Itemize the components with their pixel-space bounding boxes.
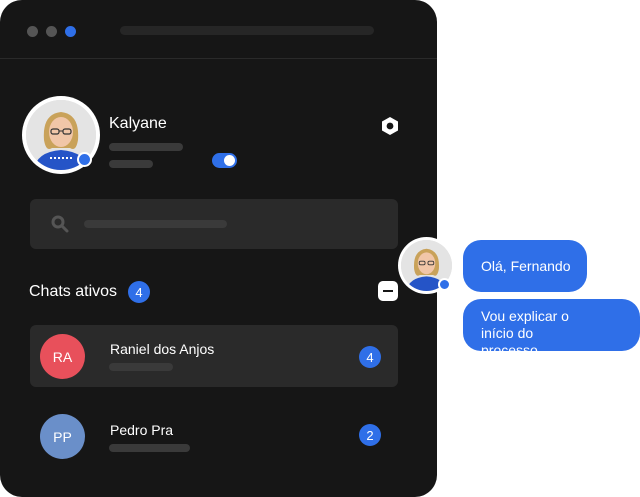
status-toggle[interactable] [212,153,237,168]
profile-name: Kalyane [109,115,167,132]
message-bubble: Vou explicar o início do processo. [463,299,640,358]
chat-preview-placeholder [109,444,190,452]
chat-unread-badge: 4 [359,346,381,368]
search-placeholder [84,220,227,228]
title-bar [0,0,437,59]
settings-hexagon-icon[interactable] [380,116,400,136]
minus-icon [383,290,393,292]
search-icon [50,214,70,234]
window-maximize-dot[interactable] [65,26,76,37]
chat-row-pedro[interactable]: PP Pedro Pra 2 [30,405,398,467]
chat-unread-badge: 2 [359,424,381,446]
message-bubble: Olá, Fernando [463,240,587,292]
profile-subtitle-placeholder [109,143,183,151]
chat-contact-name: Raniel dos Anjos [110,341,215,357]
chat-avatar-initials: PP [40,414,85,459]
agent-avatar [398,237,455,294]
online-status-dot [77,152,92,167]
profile-status-placeholder [109,160,153,168]
window-close-dot[interactable] [27,26,38,37]
collapse-button[interactable] [378,281,398,301]
window-minimize-dot[interactable] [46,26,57,37]
chat-row-raniel[interactable]: RA Raniel dos Anjos 4 [30,325,398,387]
active-chats-count-badge: 4 [128,281,150,303]
profile-avatar[interactable] [22,96,100,174]
search-input[interactable] [30,199,398,249]
chat-avatar-initials: RA [40,334,85,379]
message-text: Vou explicar o início do processo. [481,308,569,358]
chat-preview-placeholder [109,363,173,371]
address-bar-placeholder [120,26,374,35]
online-status-dot [438,278,451,291]
active-chats-title: Chats ativos [29,283,118,300]
chat-contact-name: Pedro Pra [110,422,174,438]
app-window: Kalyane Chats ativos 4 RA Raniel dos Anj… [0,0,437,497]
toggle-knob [224,155,235,166]
